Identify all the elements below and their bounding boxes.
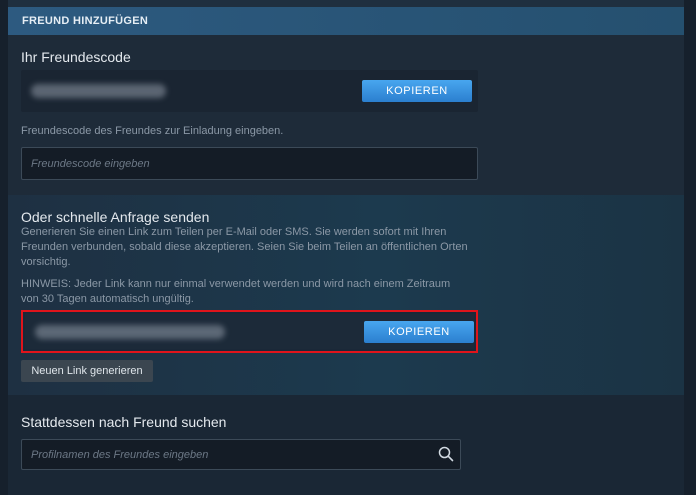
friend-code-input[interactable]: Freundescode eingeben (21, 147, 478, 180)
friend-search-input[interactable]: Profilnamen des Freundes eingeben (21, 439, 461, 470)
dialog-title: FREUND HINZUFÜGEN (22, 15, 149, 27)
note-line: HINWEIS: Jeder Link kann nur einmal verw… (21, 278, 451, 290)
add-friend-dialog: FREUND HINZUFÜGEN Ihr Freundescode KOPIE… (0, 0, 696, 495)
copy-friend-code-button[interactable]: KOPIEREN (362, 80, 472, 102)
friend-code-display: KOPIEREN (21, 70, 478, 112)
search-icon[interactable] (438, 446, 454, 462)
description-line: Freunden verbunden, sobald diese akzepti… (21, 241, 468, 253)
note-line: von 30 Tagen automatisch ungültig. (21, 293, 194, 305)
search-heading: Stattdessen nach Freund suchen (21, 414, 227, 430)
blurred-friend-code (31, 84, 166, 98)
friend-code-instruction: Freundescode des Freundes zur Einladung … (21, 125, 284, 137)
quick-invite-note: HINWEIS: Jeder Link kann nur einmal verw… (21, 277, 450, 307)
description-line: Generieren Sie einen Link zum Teilen per… (21, 226, 447, 238)
blurred-invite-link (35, 325, 225, 339)
friend-code-placeholder: Freundescode eingeben (31, 158, 150, 170)
quick-invite-heading: Oder schnelle Anfrage senden (21, 209, 210, 225)
right-edge (684, 0, 696, 495)
copy-invite-link-button[interactable]: KOPIEREN (364, 321, 474, 343)
friend-code-heading: Ihr Freundescode (21, 49, 131, 65)
invite-link-box: KOPIEREN (21, 310, 478, 353)
dialog-header: FREUND HINZUFÜGEN (8, 7, 684, 35)
generate-new-link-button[interactable]: Neuen Link generieren (21, 360, 153, 382)
quick-invite-description: Generieren Sie einen Link zum Teilen per… (21, 225, 468, 270)
description-line: vorsichtig. (21, 256, 71, 268)
left-edge (0, 0, 8, 495)
friend-search-placeholder: Profilnamen des Freundes eingeben (31, 449, 209, 461)
invite-link-display: KOPIEREN (25, 314, 474, 349)
